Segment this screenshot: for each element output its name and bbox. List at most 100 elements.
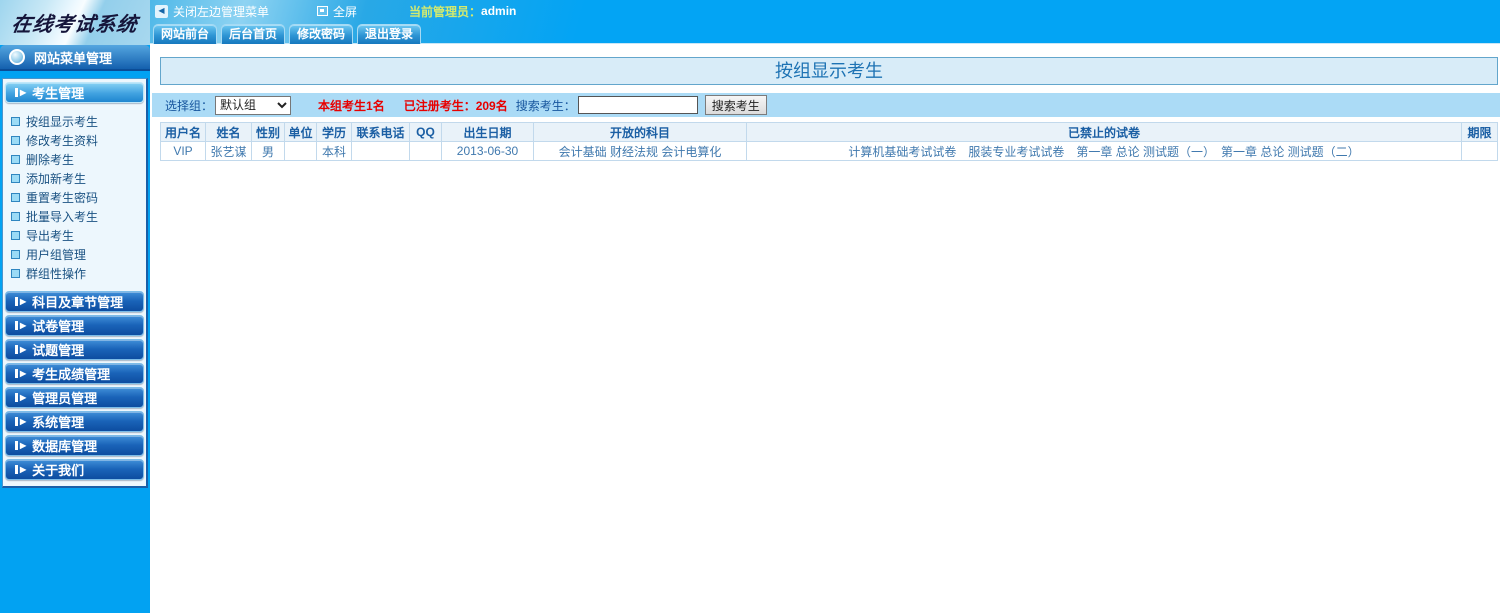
square-bullet-icon xyxy=(11,174,20,183)
menu-item-label: 修改考生资料 xyxy=(26,132,98,149)
menu-item-label: 按组显示考生 xyxy=(26,113,98,130)
topbar-tabs: 网站前台 后台首页 修改密码 退出登录 xyxy=(150,22,1500,44)
topbar-tab[interactable]: 修改密码 xyxy=(289,24,353,44)
section-arrow-icon: ▶ xyxy=(15,88,26,97)
group-select-label: 选择组： xyxy=(165,97,213,114)
table-header-cell: 联系电话 xyxy=(352,123,410,142)
table-cell: 本科 xyxy=(317,142,352,161)
sidebar-menu-item[interactable]: 修改考生资料 xyxy=(11,131,145,150)
sidebar-section[interactable]: ▶ 数据库管理 xyxy=(5,435,144,456)
section-arrow-icon: ▶ xyxy=(15,345,26,354)
table-header-cell: 用户名 xyxy=(161,123,206,142)
menu-item-label: 群组性操作 xyxy=(26,265,86,282)
section-label: 关于我们 xyxy=(32,460,84,479)
page-title: 按组显示考生 xyxy=(160,57,1498,85)
close-left-menu-button[interactable]: ◀ 关闭左边管理菜单 xyxy=(155,3,269,20)
square-bullet-icon xyxy=(11,212,20,221)
menu-circle-icon xyxy=(9,49,25,65)
filter-bar: 选择组： 默认组 本组考生1名 已注册考生：209名 搜索考生： 搜索考生 xyxy=(152,93,1500,117)
admin-label: 当前管理员： xyxy=(409,3,481,20)
registered-count: 已注册考生：209名 xyxy=(404,97,508,114)
sidebar-sections: ▶ 科目及章节管理 ▶ 试卷管理 ▶ 试题管理 ▶ xyxy=(4,291,145,480)
menu-item-label: 用户组管理 xyxy=(26,246,86,263)
table-cell xyxy=(352,142,410,161)
sidebar-menu-item[interactable]: 群组性操作 xyxy=(11,264,145,283)
sidebar-menu-item[interactable]: 删除考生 xyxy=(11,150,145,169)
fullscreen-icon xyxy=(317,6,328,16)
table-header-cell: 学历 xyxy=(317,123,352,142)
square-bullet-icon xyxy=(11,117,20,126)
sidebar-section[interactable]: ▶ 系统管理 xyxy=(5,411,144,432)
table-cell: 计算机基础考试试卷 服装专业考试试卷 第一章 总论 测试题（一） 第一章 总论 … xyxy=(747,142,1462,161)
menu-item-label: 添加新考生 xyxy=(26,170,86,187)
fullscreen-label: 全屏 xyxy=(333,3,357,20)
sidebar-menu-item[interactable]: 按组显示考生 xyxy=(11,112,145,131)
table-header-cell: QQ xyxy=(410,123,442,142)
square-bullet-icon xyxy=(11,193,20,202)
section-label: 管理员管理 xyxy=(32,388,97,407)
section-arrow-icon: ▶ xyxy=(15,417,26,426)
group-count: 本组考生1名 xyxy=(318,97,385,114)
section-arrow-icon: ▶ xyxy=(15,369,26,378)
table-cell: 会计基础 财经法规 会计电算化 xyxy=(534,142,747,161)
fullscreen-button[interactable]: 全屏 xyxy=(317,3,357,20)
square-bullet-icon xyxy=(11,155,20,164)
sidebar-section[interactable]: ▶ 考生成绩管理 xyxy=(5,363,144,384)
section-label: 科目及章节管理 xyxy=(32,292,123,311)
table-header-cell: 已禁止的试卷 xyxy=(747,123,1462,142)
section-label: 考生管理 xyxy=(32,83,84,102)
section-arrow-icon: ▶ xyxy=(15,321,26,330)
table-header-cell: 性别 xyxy=(252,123,285,142)
sidebar-menu-item[interactable]: 添加新考生 xyxy=(11,169,145,188)
sidebar-section[interactable]: ▶ 试题管理 xyxy=(5,339,144,360)
search-label: 搜索考生： xyxy=(516,97,576,114)
app-title: 在线考试系统 xyxy=(10,8,140,37)
square-bullet-icon xyxy=(11,269,20,278)
page: 在线考试系统 网站菜单管理 ▶ 考生管理 按组显示考生 xyxy=(0,0,1500,613)
menu-item-label: 导出考生 xyxy=(26,227,74,244)
square-bullet-icon xyxy=(11,250,20,259)
main-content: 按组显示考生 选择组： 默认组 本组考生1名 已注册考生：209名 搜索考生： … xyxy=(150,44,1500,613)
topbar-tab[interactable]: 后台首页 xyxy=(221,24,285,44)
sidebar-section[interactable]: ▶ 科目及章节管理 xyxy=(5,291,144,312)
table-header-cell: 期限 xyxy=(1462,123,1498,142)
topbar-tab[interactable]: 网站前台 xyxy=(153,24,217,44)
sidebar-section[interactable]: ▶ 试卷管理 xyxy=(5,315,144,336)
table-header-cell: 出生日期 xyxy=(442,123,534,142)
sidebar-section[interactable]: ▶ 管理员管理 xyxy=(5,387,144,408)
topbar-tab[interactable]: 退出登录 xyxy=(357,24,421,44)
search-input[interactable] xyxy=(578,96,698,114)
sidebar-header: 网站菜单管理 xyxy=(0,45,150,71)
table-cell: 男 xyxy=(252,142,285,161)
sidebar: 在线考试系统 网站菜单管理 ▶ 考生管理 按组显示考生 xyxy=(0,0,150,613)
section-label: 数据库管理 xyxy=(32,436,97,455)
table-header-cell: 姓名 xyxy=(206,123,252,142)
section-arrow-icon: ▶ xyxy=(15,297,26,306)
topbar-tools: ◀ 关闭左边管理菜单 全屏 当前管理员： admin xyxy=(150,0,1500,22)
sidebar-section[interactable]: ▶ 关于我们 xyxy=(5,459,144,480)
table-row[interactable]: VIP张艺谋男本科2013-06-30会计基础 财经法规 会计电算化计算机基础考… xyxy=(161,142,1498,161)
table-cell xyxy=(410,142,442,161)
sidebar-header-label: 网站菜单管理 xyxy=(34,48,112,67)
sidebar-menu-item[interactable]: 导出考生 xyxy=(11,226,145,245)
collapse-left-arrow-icon: ◀ xyxy=(155,5,168,18)
topbar: ◀ 关闭左边管理菜单 全屏 当前管理员： admin 网站前台 后台首页 修改密… xyxy=(150,0,1500,44)
section-label: 试题管理 xyxy=(32,340,84,359)
search-button[interactable]: 搜索考生 xyxy=(705,95,767,115)
group-select[interactable]: 默认组 xyxy=(215,96,291,115)
examinee-table: 用户名 姓名 性别 单位 学历 联系电话 QQ 出生日期 xyxy=(160,122,1498,161)
sidebar-section-examinee-management[interactable]: ▶ 考生管理 xyxy=(5,82,144,103)
section-label: 系统管理 xyxy=(32,412,84,431)
sidebar-menu-item[interactable]: 用户组管理 xyxy=(11,245,145,264)
sidebar-menu-item[interactable]: 批量导入考生 xyxy=(11,207,145,226)
section-arrow-icon: ▶ xyxy=(15,465,26,474)
admin-name: admin xyxy=(481,4,516,18)
close-left-menu-label: 关闭左边管理菜单 xyxy=(173,3,269,20)
sidebar-menu-item[interactable]: 重置考生密码 xyxy=(11,188,145,207)
app-logo: 在线考试系统 xyxy=(0,0,150,45)
table-header-cell: 开放的科目 xyxy=(534,123,747,142)
section-arrow-icon: ▶ xyxy=(15,441,26,450)
table-cell xyxy=(1462,142,1498,161)
sidebar-menu-items: 按组显示考生 修改考生资料 删除考生 添加新考生 xyxy=(4,106,145,290)
section-label: 考生成绩管理 xyxy=(32,364,110,383)
